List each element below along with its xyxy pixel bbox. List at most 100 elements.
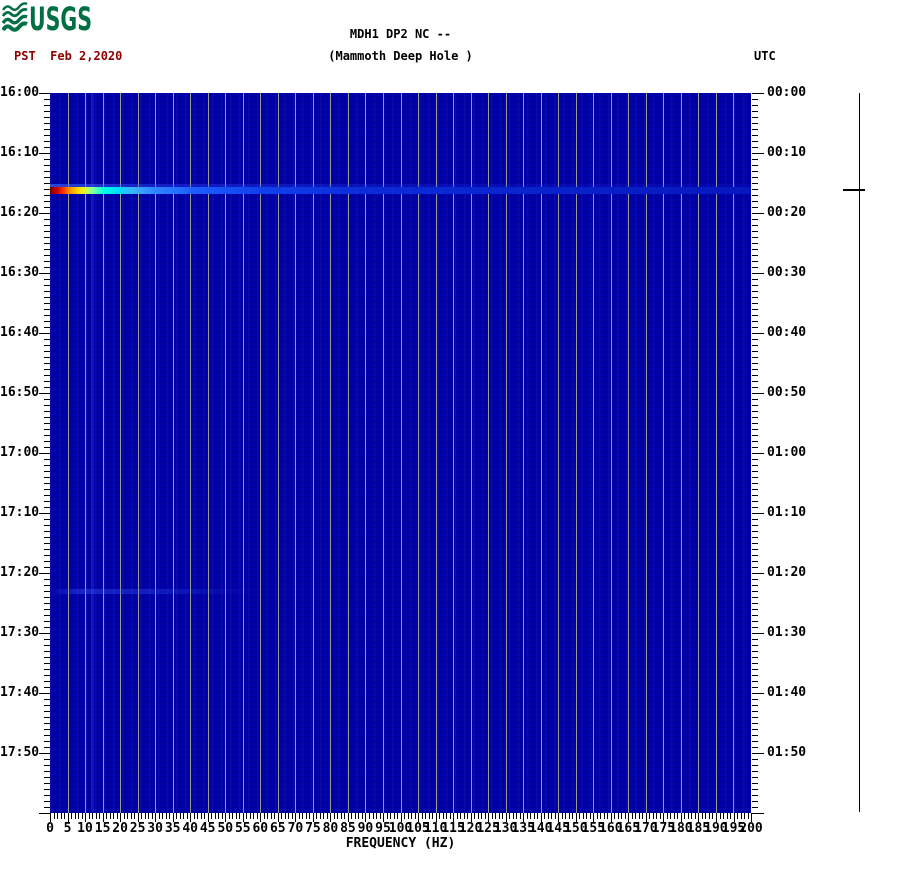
time-label-pst: 17:40 (0, 685, 40, 700)
time-minor-tick-left (44, 135, 50, 136)
time-major-tick-right (752, 213, 764, 214)
freq-minor-tick (642, 813, 644, 819)
freq-minor-tick (516, 813, 518, 819)
freq-minor-tick (495, 813, 497, 819)
time-minor-tick-left (44, 549, 50, 550)
freq-minor-tick (397, 813, 398, 819)
freq-minor-tick (57, 813, 58, 819)
freq-minor-tick (484, 813, 486, 819)
time-minor-tick-right (752, 537, 758, 538)
freq-minor-tick (298, 813, 300, 819)
freq-minor-tick (533, 813, 535, 819)
gridline (698, 93, 700, 813)
freq-minor-tick (267, 813, 269, 819)
time-minor-tick-right (752, 741, 758, 742)
time-minor-tick-right (752, 441, 758, 442)
time-minor-tick-right (752, 459, 758, 460)
freq-minor-tick (463, 813, 465, 819)
time-minor-tick-right (752, 105, 758, 106)
time-minor-tick-left (44, 123, 50, 124)
usgs-wave-icon (2, 2, 28, 32)
event-time-marker-tick (843, 189, 865, 191)
freq-minor-tick (158, 813, 160, 819)
freq-minor-tick (130, 813, 132, 819)
freq-minor-tick (544, 813, 546, 819)
current-time-marker-line (859, 93, 860, 812)
freq-minor-tick (309, 813, 311, 819)
freq-minor-tick (719, 813, 721, 819)
freq-minor-tick (53, 813, 55, 819)
freq-minor-tick (519, 813, 521, 819)
time-minor-tick-right (752, 501, 758, 502)
freq-minor-tick (144, 813, 146, 819)
time-minor-tick-left (44, 735, 50, 736)
time-minor-tick-right (752, 435, 758, 436)
time-major-tick-right (752, 153, 764, 154)
freq-minor-tick (193, 813, 195, 819)
freq-minor-tick (705, 813, 707, 819)
time-minor-tick-right (752, 495, 758, 496)
time-minor-tick-right (752, 243, 758, 244)
time-minor-tick-left (44, 117, 50, 118)
event-band-broadband-burst (50, 187, 751, 194)
time-minor-tick-right (752, 465, 758, 466)
freq-minor-tick (376, 813, 377, 819)
time-major-tick-right (752, 573, 764, 574)
time-minor-tick-right (752, 261, 758, 262)
time-minor-tick-right (752, 267, 758, 268)
time-minor-tick-right (752, 651, 758, 652)
gridline (190, 93, 192, 813)
time-minor-tick-left (44, 195, 50, 196)
freq-minor-tick (670, 813, 672, 819)
freq-minor-tick (603, 813, 605, 819)
gridline (330, 93, 332, 813)
freq-minor-tick (652, 813, 654, 819)
time-label-pst: 17:30 (0, 625, 40, 640)
time-label-utc: 01:50 (767, 745, 807, 760)
freq-minor-tick (537, 813, 539, 819)
freq-minor-tick (109, 813, 111, 819)
time-minor-tick-left (44, 255, 50, 256)
spectrogram-plot (50, 93, 751, 813)
time-minor-tick-right (752, 429, 758, 430)
time-minor-tick-left (44, 585, 50, 586)
time-minor-tick-left (44, 543, 50, 544)
time-minor-tick-right (752, 489, 758, 490)
time-minor-tick-left (44, 561, 50, 562)
freq-minor-tick (78, 813, 79, 819)
time-minor-tick-left (44, 471, 50, 472)
time-minor-tick-right (752, 789, 758, 790)
time-major-tick-left (39, 393, 50, 394)
freq-minor-tick (723, 813, 724, 819)
gridline (67, 93, 69, 813)
freq-minor-tick (467, 813, 469, 819)
time-minor-tick-right (752, 531, 758, 532)
gridline (242, 93, 244, 813)
freq-minor-tick (186, 813, 188, 819)
time-minor-tick-left (44, 387, 50, 388)
time-minor-tick-right (752, 711, 758, 712)
time-major-tick-left (39, 753, 50, 754)
freq-minor-tick (148, 813, 150, 819)
time-minor-tick-left (44, 759, 50, 760)
time-minor-tick-left (44, 699, 50, 700)
freq-minor-tick (232, 813, 234, 819)
freq-minor-tick (372, 813, 374, 819)
freq-minor-tick (694, 813, 696, 819)
freq-minor-tick (428, 813, 430, 819)
freq-minor-tick (291, 813, 293, 819)
freq-minor-tick (165, 813, 167, 819)
freq-minor-tick (512, 813, 514, 819)
time-minor-tick-right (752, 807, 758, 808)
time-minor-tick-right (752, 363, 758, 364)
gridline (260, 93, 262, 813)
time-minor-tick-left (44, 615, 50, 616)
time-minor-tick-right (752, 207, 758, 208)
time-minor-tick-left (44, 645, 50, 646)
time-label-utc: 00:50 (767, 385, 807, 400)
freq-minor-tick (701, 813, 703, 819)
time-major-tick-right (752, 693, 764, 694)
freq-minor-tick (249, 813, 251, 819)
freq-minor-tick (442, 813, 444, 819)
freq-minor-tick (263, 813, 265, 819)
